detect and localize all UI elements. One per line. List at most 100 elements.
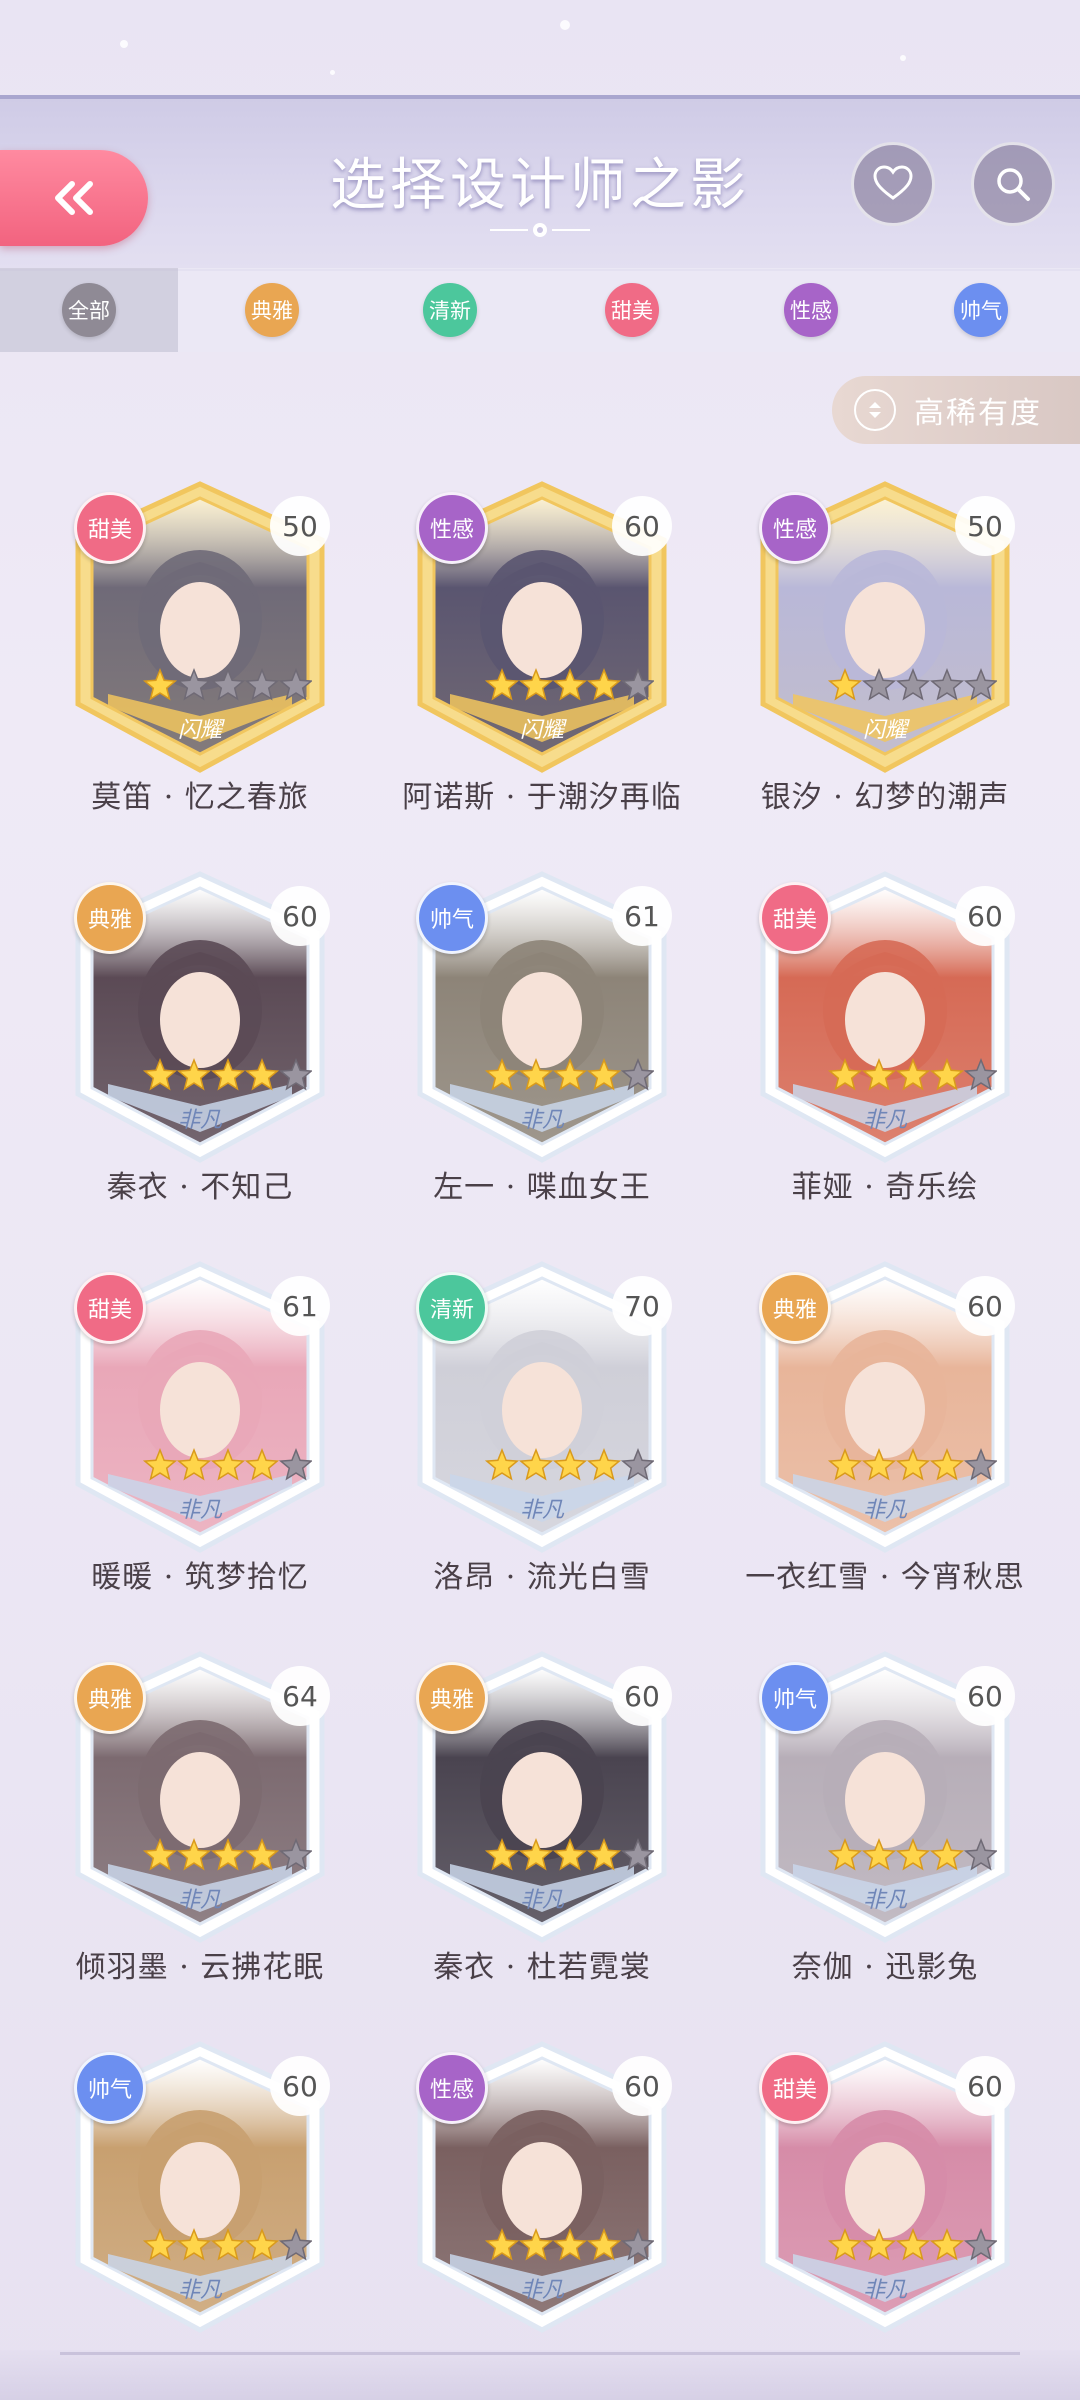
tab-cool[interactable]: 帅气 <box>901 276 1061 344</box>
tab-sexy[interactable]: 性感 <box>731 276 891 344</box>
designer-card[interactable]: 帅气 60 非凡 <box>70 2040 330 2360</box>
tab-sweet[interactable]: 甜美 <box>552 276 712 344</box>
star-empty-icon <box>278 1057 312 1091</box>
designer-card[interactable]: 甜美 50 闪耀 莫笛 · 忆之春旅 <box>70 480 330 815</box>
tab-label: 帅气 <box>960 299 1002 323</box>
tab-label: 清新 <box>429 299 471 323</box>
star-filled-icon <box>552 2227 588 2261</box>
star-filled-icon <box>142 1837 178 1871</box>
style-tag-badge: 清新 <box>416 1272 488 1344</box>
star-filled-icon <box>244 2227 280 2261</box>
card-name: 银汐 · 幻梦的潮声 <box>760 780 1010 815</box>
card-name: 一衣红雪 · 今宵秋思 <box>745 1560 1025 1595</box>
style-tag-badge: 典雅 <box>759 1272 831 1344</box>
level-badge: 60 <box>612 496 672 556</box>
rarity-tag: 非凡 <box>177 1888 222 1913</box>
designer-card[interactable]: 清新 70 非凡 洛昂 · 流光白雪 <box>412 1260 672 1595</box>
tab-elegant[interactable]: 典雅 <box>192 276 352 344</box>
card-name: 倾羽墨 · 云拂花眠 <box>75 1950 325 1985</box>
star-empty-icon <box>861 667 897 701</box>
star-rating <box>484 2227 654 2261</box>
style-tag-badge: 帅气 <box>759 1662 831 1734</box>
designer-card[interactable]: 甜美 60 非凡 <box>755 2040 1015 2360</box>
star-filled-icon <box>895 1837 931 1871</box>
rarity-tag: 闪耀 <box>862 718 907 743</box>
designer-card[interactable]: 典雅 60 非凡 秦衣 · 不知己 <box>70 870 330 1205</box>
star-filled-icon <box>552 1837 588 1871</box>
rarity-tag: 非凡 <box>177 2278 222 2303</box>
designer-card[interactable]: 性感 60 闪耀 阿诺斯 · 于潮汐再临 <box>402 480 681 815</box>
star-filled-icon <box>518 667 554 701</box>
level-badge: 60 <box>955 2056 1015 2116</box>
star-filled-icon <box>929 1057 965 1091</box>
star-filled-icon <box>586 1447 622 1481</box>
sort-rarity-button[interactable]: 高稀有度 <box>832 376 1080 444</box>
star-filled-icon <box>484 2227 520 2261</box>
star-filled-icon <box>552 1057 588 1091</box>
star-filled-icon <box>484 1057 520 1091</box>
designer-card[interactable]: 典雅 60 非凡 秦衣 · 杜若霓裳 <box>412 1650 672 1985</box>
star-empty-icon <box>620 1057 654 1091</box>
sort-label: 高稀有度 <box>914 396 1042 431</box>
card-name: 左一 · 喋血女王 <box>433 1170 651 1205</box>
bottom-divider <box>60 2352 1020 2355</box>
level-badge: 50 <box>270 496 330 556</box>
style-tag-badge: 性感 <box>416 2052 488 2124</box>
star-filled-icon <box>142 1447 178 1481</box>
star-rating <box>484 667 654 701</box>
tab-label: 全部 <box>68 299 110 323</box>
card-name: 菲娅 · 奇乐绘 <box>791 1170 979 1205</box>
tab-all[interactable]: 全部 <box>0 268 178 352</box>
star-filled-icon <box>176 2227 212 2261</box>
star-empty-icon <box>620 667 654 701</box>
style-tag-badge: 甜美 <box>759 2052 831 2124</box>
star-filled-icon <box>827 1447 863 1481</box>
star-filled-icon <box>210 2227 246 2261</box>
designer-card[interactable]: 典雅 60 非凡 一衣红雪 · 今宵秋思 <box>745 1260 1024 1595</box>
card-name: 莫笛 · 忆之春旅 <box>91 780 309 815</box>
rarity-tag: 非凡 <box>862 1888 907 1913</box>
star-empty-icon <box>620 2227 654 2261</box>
star-filled-icon <box>210 1057 246 1091</box>
designer-card[interactable]: 甜美 60 非凡 菲娅 · 奇乐绘 <box>755 870 1015 1205</box>
tab-fresh[interactable]: 清新 <box>370 276 530 344</box>
card-name: 暖暖 · 筑梦拾忆 <box>91 1560 309 1595</box>
sparkle-decoration <box>900 55 906 61</box>
star-rating <box>484 1837 654 1871</box>
designer-card[interactable]: 典雅 64 非凡 倾羽墨 · 云拂花眠 <box>70 1650 330 1985</box>
star-empty-icon <box>963 667 997 701</box>
star-filled-icon <box>929 1837 965 1871</box>
rarity-tag: 闪耀 <box>519 718 564 743</box>
star-filled-icon <box>827 1837 863 1871</box>
level-badge: 50 <box>955 496 1015 556</box>
designer-card[interactable]: 帅气 61 非凡 左一 · 喋血女王 <box>412 870 672 1205</box>
star-filled-icon <box>484 667 520 701</box>
designer-card[interactable]: 性感 60 非凡 <box>412 2040 672 2360</box>
star-empty-icon <box>244 667 280 701</box>
star-rating <box>827 2227 997 2261</box>
tab-label: 典雅 <box>251 299 293 323</box>
star-filled-icon <box>552 667 588 701</box>
star-filled-icon <box>518 1057 554 1091</box>
rarity-tag: 非凡 <box>519 1888 564 1913</box>
star-empty-icon <box>210 667 246 701</box>
star-rating <box>827 1837 997 1871</box>
style-tag-badge: 典雅 <box>74 882 146 954</box>
level-badge: 60 <box>955 1276 1015 1336</box>
designer-card[interactable]: 甜美 61 非凡 暖暖 · 筑梦拾忆 <box>70 1260 330 1595</box>
tab-chip: 性感 <box>784 283 838 337</box>
sparkle-decoration <box>330 70 335 75</box>
favorite-button[interactable] <box>851 142 935 226</box>
style-filter-tabs: 全部 典雅 清新 甜美 性感 帅气 <box>0 268 1080 352</box>
search-button[interactable] <box>971 142 1055 226</box>
designer-card[interactable]: 性感 50 闪耀 银汐 · 幻梦的潮声 <box>755 480 1015 815</box>
star-filled-icon <box>518 2227 554 2261</box>
star-filled-icon <box>586 1057 622 1091</box>
rarity-tag: 非凡 <box>862 1108 907 1133</box>
star-filled-icon <box>518 1837 554 1871</box>
star-empty-icon <box>895 667 931 701</box>
sparkle-decoration <box>560 20 570 30</box>
rarity-tag: 非凡 <box>177 1108 222 1133</box>
style-tag-badge: 甜美 <box>74 492 146 564</box>
designer-card[interactable]: 帅气 60 非凡 奈伽 · 迅影兔 <box>755 1650 1015 1985</box>
